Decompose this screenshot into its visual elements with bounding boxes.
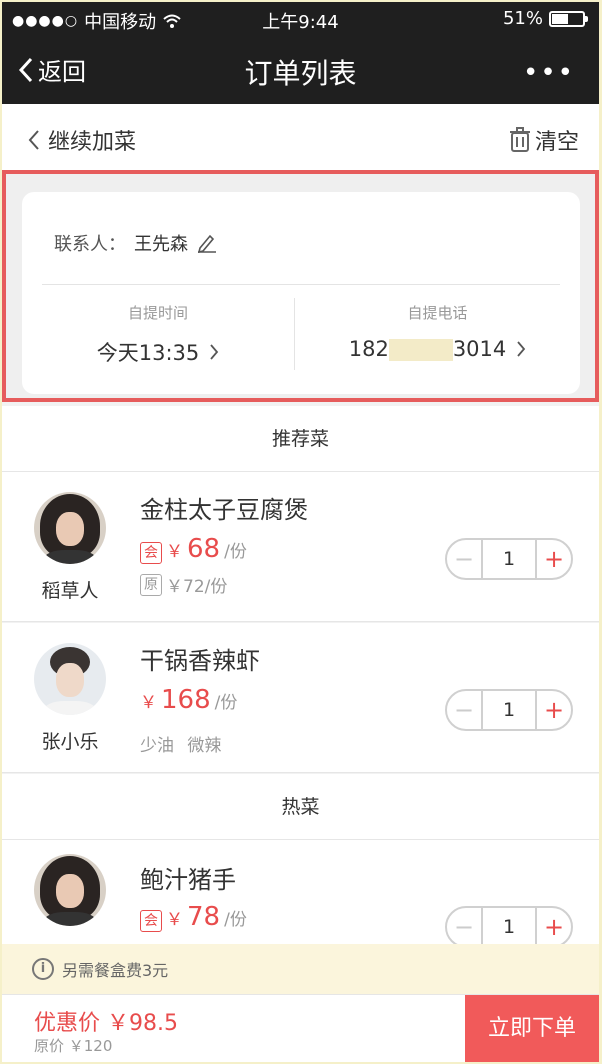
original-total: 原价 ￥120: [34, 1037, 113, 1055]
dish-price: 168: [161, 685, 211, 715]
quantity-value[interactable]: 1: [481, 908, 537, 946]
contact-highlight: 联系人： 王先森 自提时间 今天13:35 自提电话 182 3014: [2, 170, 599, 402]
discount-price: 优惠价 ￥98.5: [34, 1011, 178, 1036]
avatar: [34, 643, 106, 715]
contact-card: 联系人： 王先森 自提时间 今天13:35 自提电话 182 3014: [22, 192, 580, 394]
packaging-fee-notice: i 另需餐盒费3元: [2, 944, 599, 994]
quantity-value[interactable]: 1: [481, 540, 537, 578]
quantity-value[interactable]: 1: [481, 691, 537, 729]
member-price-row: 会 ￥ 68 /份: [140, 534, 247, 564]
place-order-button[interactable]: 立即下单: [465, 995, 599, 1062]
pickup-phone-value-row: 182 3014: [295, 337, 580, 361]
decrease-button[interactable]: −: [447, 545, 481, 573]
battery-status: 51%: [502, 8, 588, 29]
quantity-stepper: − 1 +: [445, 906, 573, 948]
chevron-right-icon: [210, 344, 219, 360]
pickup-time-value-row: 今天13:35: [22, 337, 294, 367]
section-header-recommended: 推荐菜: [2, 406, 599, 472]
checkout-bar: 优惠价 ￥98.5 原价 ￥120 立即下单: [2, 994, 599, 1062]
action-bar: 继续加菜 清空: [2, 104, 599, 170]
phone-prefix: 182: [348, 337, 389, 361]
increase-button[interactable]: +: [537, 696, 571, 724]
member-price-row: 会 ￥ 78 /份: [140, 902, 247, 932]
price-row: ￥ 168 /份: [140, 685, 237, 715]
orderer-name: 稻草人: [41, 580, 99, 602]
continue-ordering-button[interactable]: 继续加菜: [28, 124, 136, 156]
pickup-phone-value: 182 3014: [348, 337, 507, 361]
battery-icon: [549, 10, 588, 27]
pickup-phone-selector[interactable]: 自提电话 182 3014: [295, 302, 580, 361]
currency-symbol: ￥: [166, 542, 183, 562]
increase-button[interactable]: +: [537, 545, 571, 573]
currency-symbol: ￥: [166, 910, 183, 930]
original-price: ￥72/份: [166, 577, 228, 597]
card-divider: [42, 284, 560, 285]
trash-icon: [509, 127, 530, 152]
status-bar: ●●●●○ 中国移动 上午9:44 51%: [2, 2, 599, 36]
section-header-hot: 热菜: [2, 774, 599, 840]
original-price-row: 原 ￥72/份: [140, 572, 227, 597]
nav-bar: 返回 订单列表 •••: [2, 36, 599, 104]
edit-pencil-icon[interactable]: [196, 233, 218, 253]
app-frame: ●●●●○ 中国移动 上午9:44 51% 返回 订单列表 ••• 继续加菜 清…: [2, 2, 599, 1062]
contact-name: 王先森: [134, 234, 188, 255]
more-menu-button[interactable]: •••: [523, 58, 575, 88]
battery-fill: [552, 13, 569, 24]
phone-redaction: [388, 339, 453, 361]
price-unit: /份: [224, 542, 247, 562]
avatar: [34, 854, 106, 926]
battery-percent: 51%: [502, 8, 543, 29]
price-unit: /份: [224, 910, 247, 930]
dish-item: 张小乐 干锅香辣虾 ￥ 168 /份 少油 微辣 − 1 +: [2, 623, 599, 773]
quantity-stepper: − 1 +: [445, 538, 573, 580]
info-icon: i: [32, 958, 54, 980]
clear-label: 清空: [534, 130, 579, 155]
avatar: [34, 492, 106, 564]
clear-cart-button[interactable]: 清空: [509, 124, 579, 156]
dish-notes: 少油 微辣: [140, 736, 222, 756]
pickup-time-value: 今天13:35: [96, 341, 200, 365]
currency-symbol: ￥: [140, 693, 157, 713]
member-tag: 会: [140, 542, 162, 564]
orderer-name: 张小乐: [41, 731, 99, 753]
price-unit: /份: [214, 693, 238, 713]
contact-label: 联系人：: [54, 234, 126, 255]
member-tag: 会: [140, 910, 162, 932]
pickup-phone-label: 自提电话: [407, 304, 468, 322]
quantity-stepper: − 1 +: [445, 689, 573, 731]
page-title: 订单列表: [244, 57, 357, 90]
pickup-time-selector[interactable]: 自提时间 今天13:35: [22, 302, 294, 367]
chevron-right-icon: [517, 341, 526, 357]
pickup-time-label: 自提时间: [127, 304, 188, 322]
decrease-button[interactable]: −: [447, 696, 481, 724]
dish-item: 稻草人 金柱太子豆腐煲 会 ￥ 68 /份 原 ￥72/份 − 1 +: [2, 472, 599, 622]
decrease-button[interactable]: −: [447, 913, 481, 941]
dish-name: 金柱太子豆腐煲: [140, 496, 308, 524]
phone-suffix: 3014: [452, 337, 507, 361]
dish-name: 干锅香辣虾: [140, 647, 260, 675]
original-tag: 原: [140, 573, 162, 596]
dish-price: 68: [187, 534, 221, 564]
dish-name: 鲍汁猪手: [140, 866, 236, 894]
increase-button[interactable]: +: [537, 913, 571, 941]
dish-price: 78: [187, 902, 221, 932]
continue-label: 继续加菜: [48, 130, 137, 155]
notice-text: 另需餐盒费3元: [62, 961, 169, 980]
chevron-left-icon: [28, 130, 39, 150]
contact-row[interactable]: 联系人： 王先森: [54, 230, 218, 256]
